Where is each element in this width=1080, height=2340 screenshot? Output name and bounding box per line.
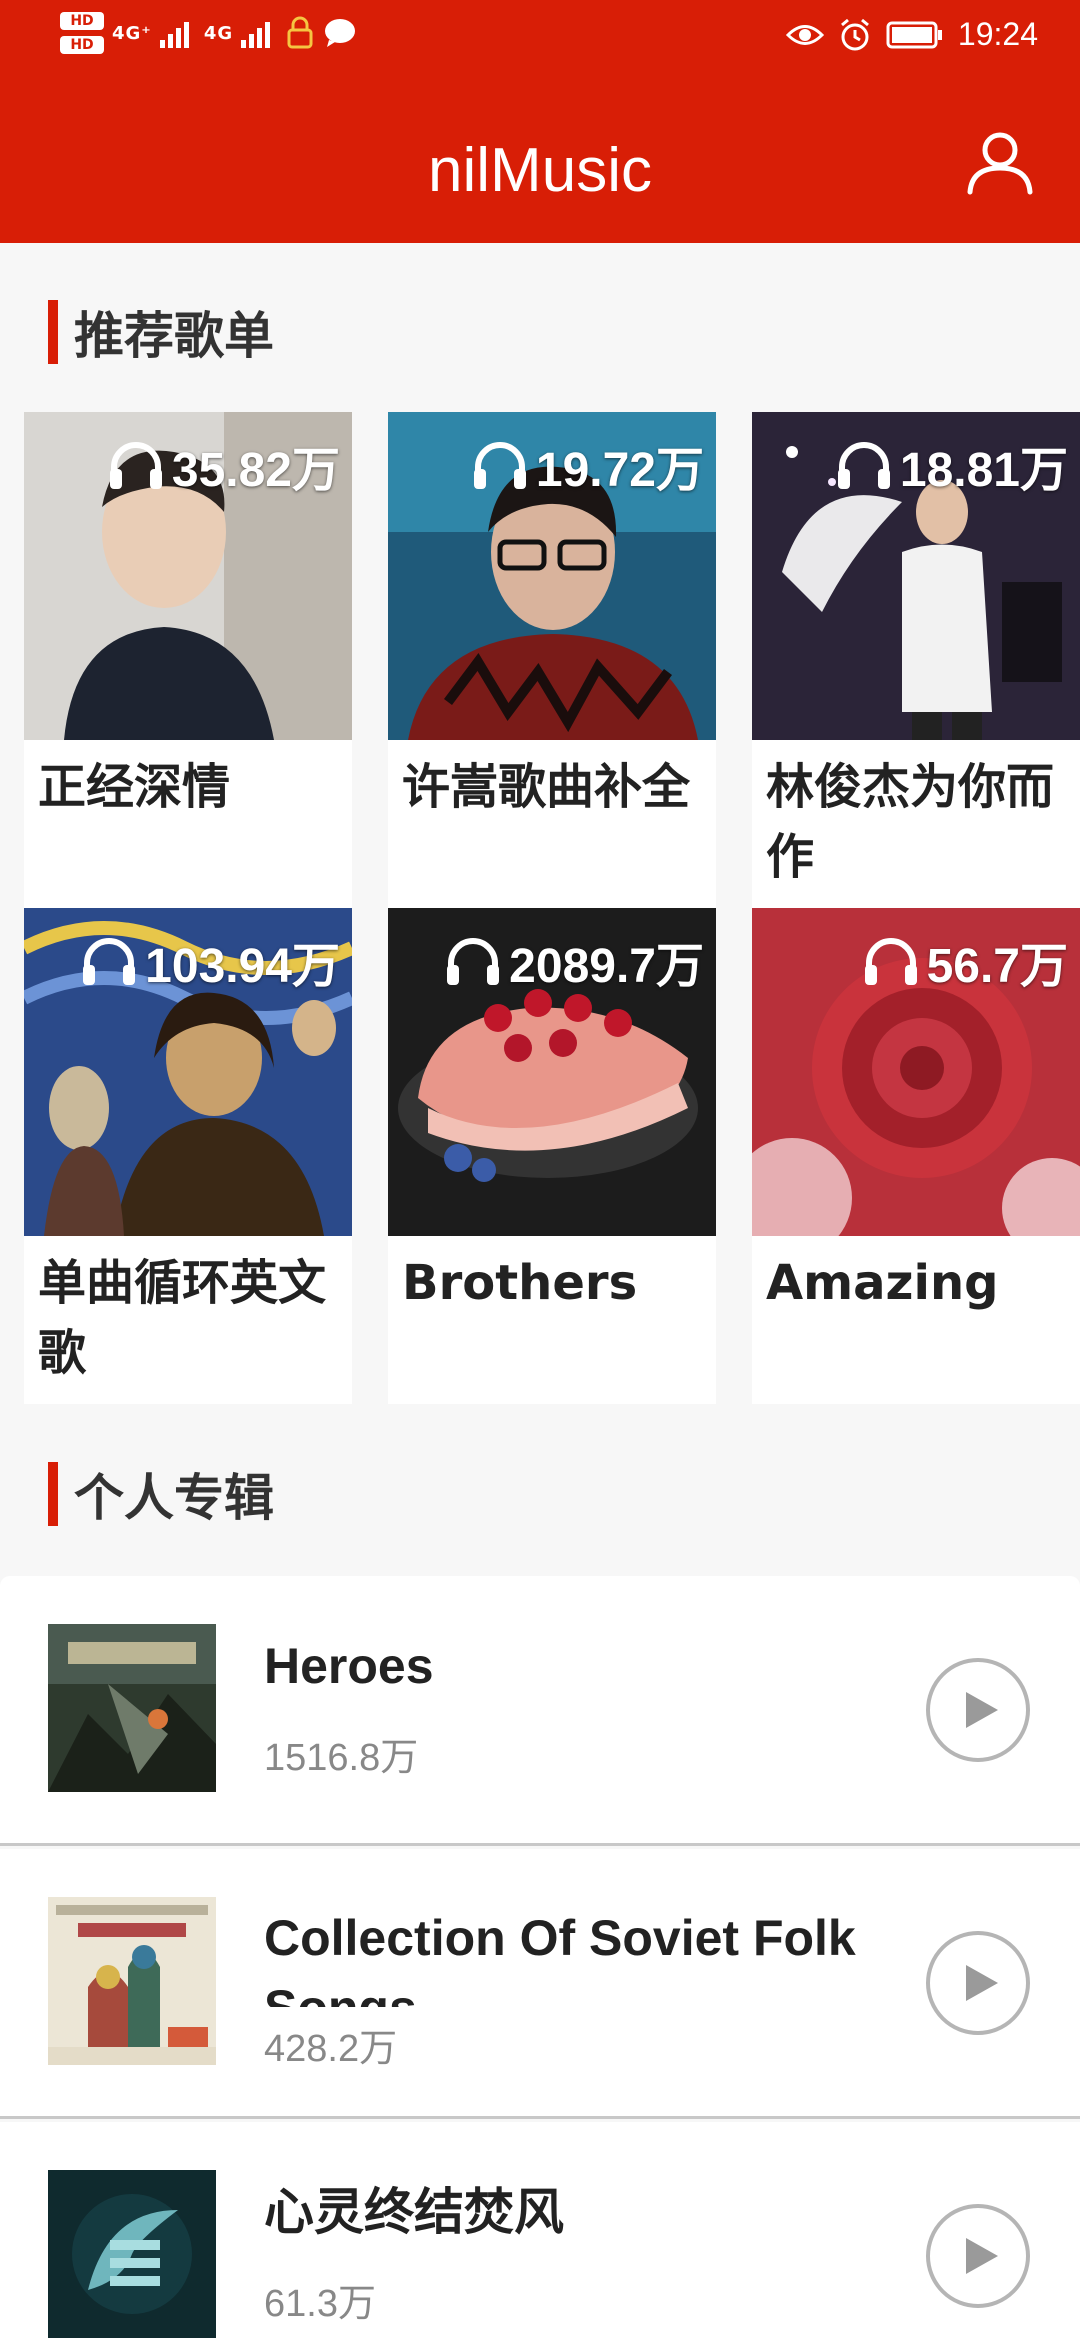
signal-icon-2 bbox=[241, 22, 271, 48]
play-icon bbox=[926, 1931, 1030, 2035]
playlist-card[interactable]: 2089.7万 Brothers bbox=[388, 908, 716, 1404]
eye-icon bbox=[785, 24, 824, 45]
playlist-name: 林俊杰为你而作 bbox=[766, 759, 1055, 885]
album-art bbox=[48, 1624, 216, 1792]
album-title: Collection Of Soviet Folk Songs bbox=[264, 1910, 856, 2007]
playlist-name: Amazing bbox=[766, 1255, 999, 1311]
headphones-icon bbox=[473, 442, 526, 489]
play-count: 56.7万 bbox=[863, 926, 1068, 996]
playlist-card[interactable]: 56.7万 Amazing bbox=[752, 908, 1080, 1404]
album-art bbox=[48, 1897, 216, 2065]
lock-icon bbox=[287, 16, 313, 49]
play-button[interactable] bbox=[924, 1656, 1032, 1764]
playlist-name: 单曲循环英文歌 bbox=[38, 1255, 327, 1381]
message-icon bbox=[325, 19, 356, 47]
user-button[interactable] bbox=[964, 126, 1036, 198]
play-icon bbox=[926, 1658, 1030, 1762]
alarm-icon bbox=[840, 18, 869, 50]
play-button[interactable] bbox=[924, 2202, 1032, 2310]
playlist-name: Brothers bbox=[402, 1255, 638, 1311]
album-play-count: 61.3万 bbox=[264, 2283, 376, 2325]
play-count: 18.81万 bbox=[836, 430, 1068, 500]
album-play-count: 1516.8万 bbox=[264, 1737, 419, 1779]
play-count-value: 35.82万 bbox=[171, 444, 340, 497]
playlist-card[interactable]: 19.72万 许嵩歌曲补全 bbox=[388, 412, 716, 908]
app-header: HD HD 4G⁺ 4G 19:24 nilMusic bbox=[0, 0, 1080, 243]
playlist-name: 许嵩歌曲补全 bbox=[402, 759, 691, 815]
album-row[interactable]: 心灵终结焚风 61.3万 bbox=[0, 2122, 1080, 2340]
play-count: 2089.7万 bbox=[445, 926, 704, 996]
heading-accent-bar bbox=[48, 300, 58, 364]
network-type-1: 4G⁺ bbox=[112, 22, 152, 44]
album-play-count: 428.2万 bbox=[264, 2028, 398, 2070]
play-count-value: 56.7万 bbox=[926, 940, 1068, 993]
headphones-icon bbox=[837, 442, 890, 489]
signal-icon bbox=[159, 22, 189, 48]
play-count: 35.82万 bbox=[108, 430, 340, 500]
headphones-icon bbox=[109, 442, 162, 489]
play-count-value: 18.81万 bbox=[899, 444, 1068, 497]
headphones-icon bbox=[83, 938, 136, 985]
hd-badge-2: HD bbox=[60, 36, 104, 54]
play-button[interactable] bbox=[924, 1929, 1032, 2037]
albums-heading-text: 个人专辑 bbox=[74, 1469, 274, 1527]
headphones-icon bbox=[447, 938, 500, 985]
play-count: 19.72万 bbox=[472, 430, 704, 500]
recommend-heading-text: 推荐歌单 bbox=[74, 307, 274, 365]
album-row[interactable]: Collection Of Soviet Folk Songs 428.2万 bbox=[0, 1849, 1080, 2119]
headphones-icon bbox=[864, 938, 917, 985]
user-icon bbox=[967, 132, 1033, 195]
clock: 19:24 bbox=[957, 16, 1038, 52]
play-count-value: 19.72万 bbox=[535, 444, 704, 497]
album-row[interactable]: Heroes 1516.8万 bbox=[0, 1576, 1080, 1846]
play-icon bbox=[926, 2204, 1030, 2308]
album-art bbox=[48, 2170, 216, 2338]
battery-icon bbox=[886, 21, 942, 48]
play-count-value: 2089.7万 bbox=[509, 940, 704, 993]
albums-heading: 个人专辑 bbox=[48, 1458, 274, 1530]
playlist-name: 正经深情 bbox=[38, 759, 231, 815]
album-title: 心灵终结焚风 bbox=[264, 2184, 564, 2240]
playlist-card[interactable]: 18.81万 林俊杰为你而作 bbox=[752, 412, 1080, 908]
recommend-heading: 推荐歌单 bbox=[48, 296, 274, 368]
app-title: nilMusic bbox=[428, 136, 652, 205]
playlist-card[interactable]: 103.94万 单曲循环英文歌 bbox=[24, 908, 352, 1404]
heading-accent-bar bbox=[48, 1462, 58, 1526]
playlist-card[interactable]: 35.82万 正经深情 bbox=[24, 412, 352, 908]
network-type-2: 4G bbox=[203, 22, 234, 44]
hd-badge-1: HD bbox=[60, 12, 104, 30]
album-title: Heroes bbox=[264, 1638, 434, 1694]
status-bar: HD HD 4G⁺ 4G 19:24 bbox=[0, 0, 1080, 76]
play-count-value: 103.94万 bbox=[145, 940, 340, 993]
play-count: 103.94万 bbox=[81, 926, 340, 996]
